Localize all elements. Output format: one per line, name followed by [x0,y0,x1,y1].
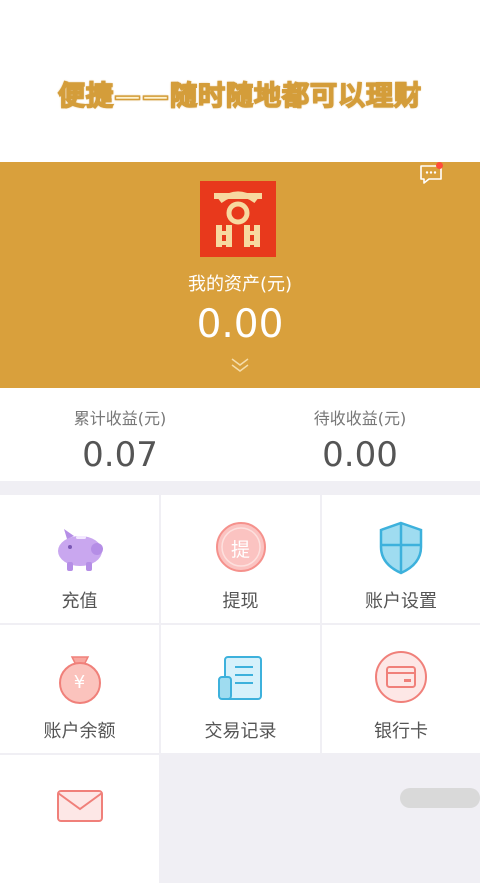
money-bag-glyph: ¥ [73,672,86,693]
notification-dot [436,162,443,169]
account-balance-button[interactable]: ¥ 账户余额 [0,625,159,753]
messages-button[interactable] [0,755,159,883]
cumulative-earnings-label: 累计收益(元) [73,409,167,428]
cumulative-earnings: 累计收益(元) 0.07 [0,388,240,475]
floating-handle[interactable] [400,788,480,808]
function-grid: 充值 提 提现 账户设置 ¥ 账户余额 交易记录 银行卡 [0,495,480,883]
recharge-button[interactable]: 充值 [0,495,159,623]
assets-value: 0.00 [196,302,284,347]
account-settings-button[interactable]: 账户设置 [322,495,480,623]
scroll-icon [217,656,262,700]
chevron-down-icon[interactable] [229,356,251,374]
piggy-bank-icon [57,529,103,571]
withdraw-button[interactable]: 提 提现 [161,495,320,623]
account-settings-label: 账户设置 [365,591,437,612]
pending-earnings-label: 待收收益(元) [313,409,407,428]
transaction-records-button[interactable]: 交易记录 [161,625,320,753]
earnings-summary: 累计收益(元) 0.07 待收收益(元) 0.00 [0,388,480,481]
bank-card-button[interactable]: 银行卡 [322,625,480,753]
bank-card-icon [375,651,427,703]
withdraw-label: 提现 [222,591,259,612]
envelope-icon [56,790,103,822]
withdraw-glyph: 提 [230,539,250,561]
pending-earnings: 待收收益(元) 0.00 [240,388,480,475]
transaction-records-label: 交易记录 [204,721,277,742]
recharge-label: 充值 [61,591,98,612]
slogan-text: 便捷——随时随地都可以理财 [57,80,422,113]
bank-card-label: 银行卡 [374,721,428,742]
shield-icon [379,521,423,575]
cumulative-earnings-value: 0.07 [82,435,158,475]
brand-logo [200,181,276,257]
assets-label: 我的资产(元) [187,274,293,295]
pending-earnings-value: 0.00 [322,435,398,475]
account-balance-label: 账户余额 [43,721,116,742]
